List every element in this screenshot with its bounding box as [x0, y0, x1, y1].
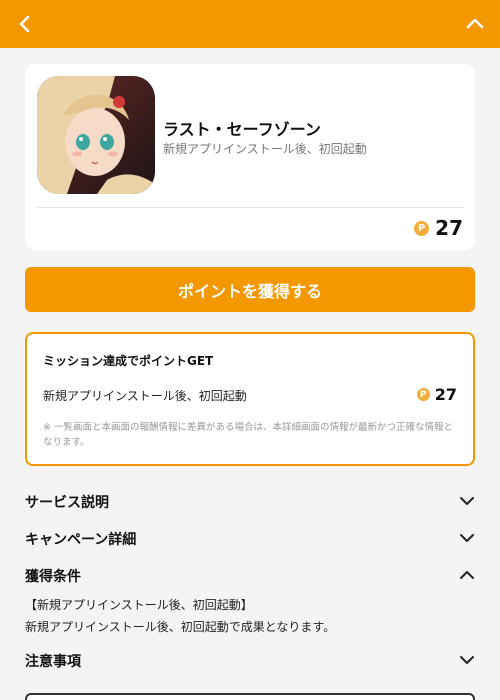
app-subtitle: 新規アプリインストール後、初回起動	[163, 142, 367, 156]
mission-points-value: 27	[434, 385, 457, 404]
points-value: 27	[435, 216, 463, 240]
mission-box: ミッション達成でポイントGET 新規アプリインストール後、初回起動 P 27 ※…	[25, 332, 475, 466]
chevron-down-icon	[459, 493, 475, 509]
app-icon	[37, 76, 155, 194]
divider	[37, 207, 463, 208]
chevron-left-icon[interactable]	[10, 9, 40, 39]
conditions-text: 新規アプリインストール後、初回起動で成果となります。	[25, 620, 336, 634]
chevron-up-icon	[459, 567, 475, 583]
section-service-label: サービス説明	[25, 495, 109, 511]
conditions-heading: 【新規アプリインストール後、初回起動】	[25, 598, 253, 612]
section-service[interactable]: サービス説明	[25, 489, 475, 513]
mission-note: ※ 一覧画面と本画面の報酬情報に差異がある場合は、本詳細画面の情報が最新かつ正確…	[43, 422, 453, 448]
section-conditions-label: 獲得条件	[25, 569, 81, 585]
bottom-button-edge[interactable]	[25, 693, 475, 700]
point-coin-icon: P	[416, 388, 430, 401]
section-campaign-label: キャンペーン詳細	[25, 532, 137, 548]
chevron-down-icon	[459, 652, 475, 668]
section-notes-label: 注意事項	[25, 654, 81, 670]
app-card: ラスト・セーフゾーン 新規アプリインストール後、初回起動 P 27	[25, 64, 475, 250]
app-name: ラスト・セーフゾーン	[163, 120, 321, 139]
app-points: P 27	[414, 216, 463, 240]
section-notes[interactable]: 注意事項	[25, 648, 475, 672]
chevron-down-icon	[459, 530, 475, 546]
top-bar	[0, 0, 500, 48]
section-conditions[interactable]: 獲得条件	[25, 563, 475, 587]
point-coin-icon: P	[414, 220, 430, 236]
chevron-up-icon[interactable]	[460, 9, 490, 39]
mission-points: P 27	[416, 385, 457, 404]
mission-item-label: 新規アプリインストール後、初回起動	[43, 389, 247, 403]
get-points-button[interactable]: ポイントを獲得する	[25, 267, 475, 312]
mission-title: ミッション達成でポイントGET	[43, 354, 214, 368]
section-campaign[interactable]: キャンペーン詳細	[25, 526, 475, 550]
